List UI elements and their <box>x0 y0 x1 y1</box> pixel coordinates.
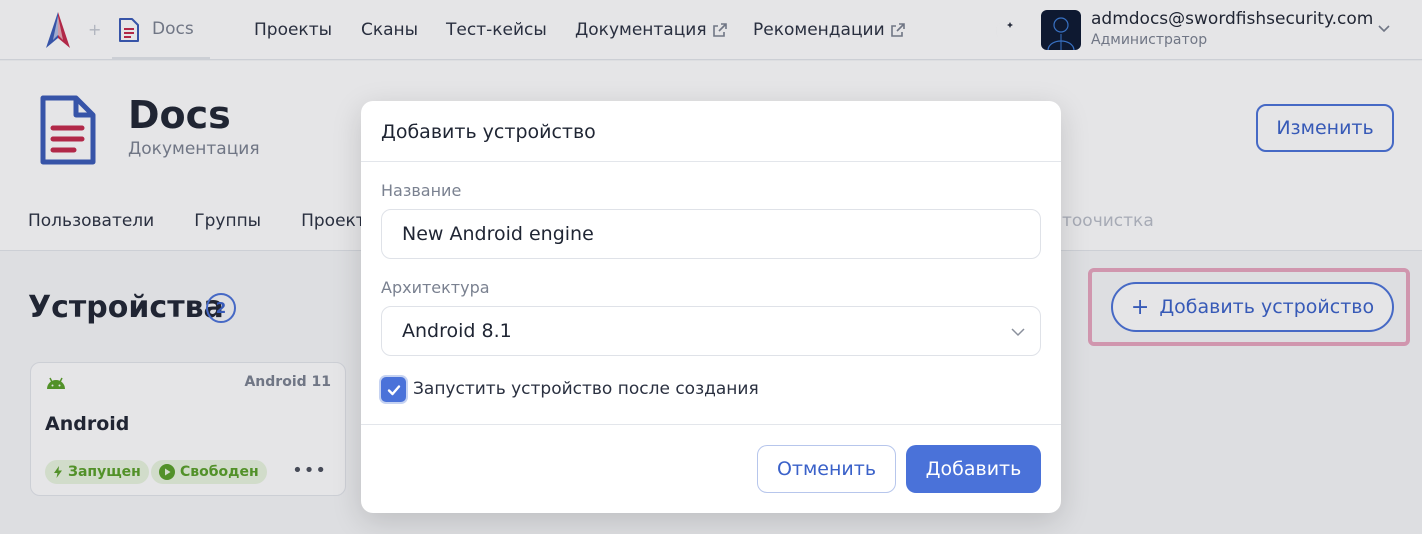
start-after-create-label[interactable]: Запустить устройство после создания <box>413 379 759 399</box>
add-device-modal: Добавить устройство Название New Android… <box>361 101 1061 513</box>
check-icon <box>387 384 400 395</box>
architecture-label: Архитектура <box>381 278 490 297</box>
modal-divider <box>361 424 1061 425</box>
architecture-select[interactable]: Android 8.1 <box>381 306 1041 356</box>
modal-title: Добавить устройство <box>381 121 596 143</box>
chevron-down-icon <box>1011 328 1025 337</box>
architecture-select-value: Android 8.1 <box>402 320 512 342</box>
cancel-button[interactable]: Отменить <box>757 445 896 493</box>
name-input[interactable]: New Android engine <box>381 209 1041 259</box>
name-input-value: New Android engine <box>402 223 594 245</box>
add-button[interactable]: Добавить <box>906 445 1041 493</box>
modal-divider <box>361 161 1061 162</box>
start-after-create-checkbox[interactable] <box>381 377 406 402</box>
name-label: Название <box>381 181 462 200</box>
